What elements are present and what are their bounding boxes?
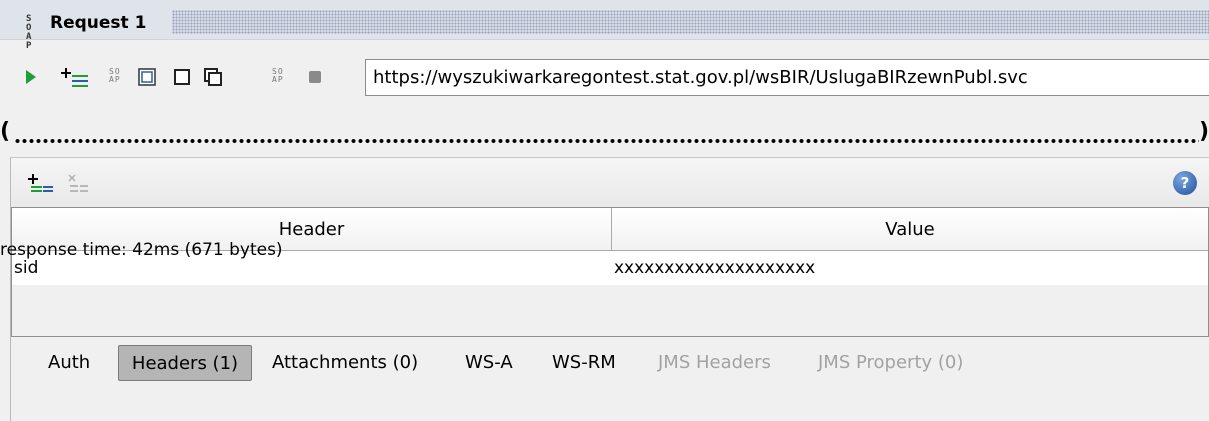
title-bar-pattern <box>172 10 1209 34</box>
tab-jms-property: JMS Property (0) <box>818 352 964 373</box>
soap-icon[interactable]: SO AP <box>109 68 125 90</box>
tab-attachments[interactable]: Attachments (0) <box>268 345 422 381</box>
response-status: response time: 42ms (671 bytes) <box>0 240 283 260</box>
open-paren: ( <box>0 119 11 144</box>
copy-icon[interactable] <box>203 66 223 88</box>
soap-icon: S OA P <box>26 14 33 51</box>
clone-icon[interactable] <box>138 66 156 88</box>
tab-headers[interactable]: Headers (1) <box>118 345 252 381</box>
request-toolbar: SO AP SO AP https://wyszukiwarkaregontest.… <box>0 52 1209 104</box>
headers-toolbar: ? <box>11 157 1209 208</box>
endpoint-url-text: https://wyszukiwarkaregontest.stat.gov.p… <box>373 67 1028 88</box>
tab-auth[interactable]: Auth <box>44 345 94 381</box>
dotted-content <box>14 138 1199 144</box>
tab-jms-headers: JMS Headers <box>658 352 771 373</box>
add-step-icon[interactable] <box>60 66 90 88</box>
tab-ws-a[interactable]: WS-A <box>461 345 517 381</box>
endpoint-url-field[interactable]: https://wyszukiwarkaregontest.stat.gov.p… <box>365 59 1209 96</box>
headers-panel: ? Header Value sid xxxxxxxxxxxxxxxxxxxx … <box>10 157 1209 421</box>
help-icon[interactable]: ? <box>1173 171 1197 195</box>
headers-table: Header Value sid xxxxxxxxxxxxxxxxxxxx <box>11 207 1209 337</box>
soap-icon[interactable]: SO AP <box>272 68 288 90</box>
request-tabs: Auth Headers (1) Attachments (0) WS-A WS… <box>11 337 1209 385</box>
box-icon[interactable] <box>173 66 191 88</box>
add-header-icon[interactable] <box>28 173 54 193</box>
run-icon[interactable] <box>24 66 38 88</box>
title-bar: S OA P Request 1 <box>0 0 1209 51</box>
request-editor-line[interactable]: ( ) <box>0 116 1209 156</box>
stop-icon[interactable] <box>306 66 324 88</box>
remove-header-icon[interactable] <box>67 173 93 193</box>
tab-ws-rm[interactable]: WS-RM <box>548 345 620 381</box>
close-paren: ) <box>1198 119 1209 144</box>
window-title: Request 1 <box>50 13 147 33</box>
